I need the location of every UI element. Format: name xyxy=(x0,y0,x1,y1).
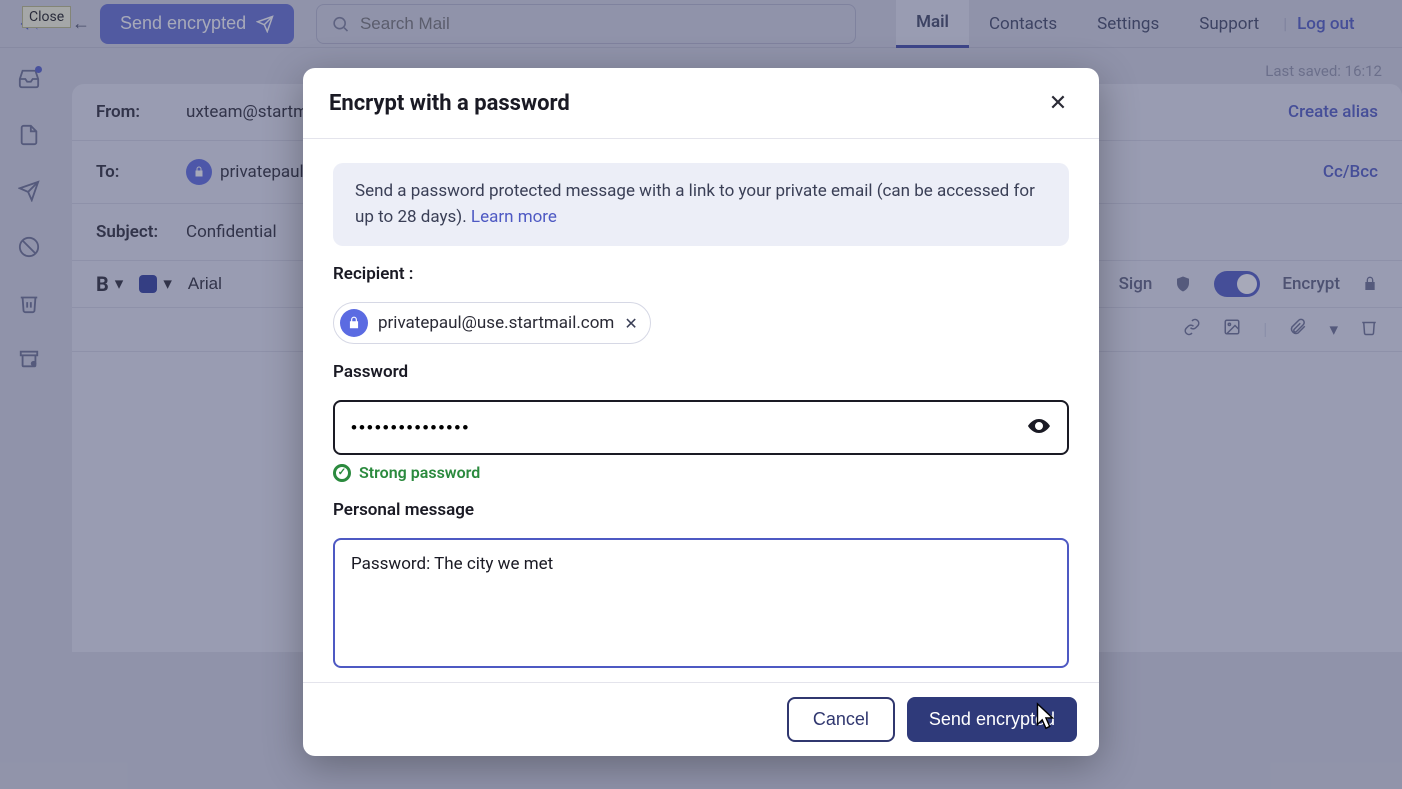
personal-message-label: Personal message xyxy=(333,500,1069,520)
send-encrypted-modal-button[interactable]: Send encrypted xyxy=(907,697,1077,742)
toggle-visibility-icon[interactable] xyxy=(1027,414,1051,441)
lock-icon xyxy=(340,309,368,337)
recipient-label: Recipient : xyxy=(333,264,1069,284)
learn-more-link[interactable]: Learn more xyxy=(471,207,557,227)
cancel-button[interactable]: Cancel xyxy=(787,697,895,742)
recipient-chip: privatepaul@use.startmail.com ✕ xyxy=(333,302,651,344)
modal-title: Encrypt with a password xyxy=(329,91,570,116)
encrypt-modal: Encrypt with a password ✕ Send a passwor… xyxy=(303,68,1099,756)
strength-icon: ✓ xyxy=(333,464,351,482)
modal-info-text: Send a password protected message with a… xyxy=(355,181,1035,227)
close-icon[interactable]: ✕ xyxy=(1043,88,1073,118)
modal-info-box: Send a password protected message with a… xyxy=(333,163,1069,246)
modal-body: Send a password protected message with a… xyxy=(303,139,1099,682)
password-field[interactable] xyxy=(333,400,1069,455)
remove-recipient-icon[interactable]: ✕ xyxy=(624,314,637,333)
modal-backdrop: Encrypt with a password ✕ Send a passwor… xyxy=(0,0,1402,789)
modal-footer: Cancel Send encrypted xyxy=(303,682,1099,756)
strength-label: Strong password xyxy=(359,463,480,482)
password-input[interactable] xyxy=(351,418,1017,438)
password-label: Password xyxy=(333,362,1069,382)
recipient-value: privatepaul@use.startmail.com xyxy=(378,313,614,333)
modal-header: Encrypt with a password ✕ xyxy=(303,68,1099,139)
password-strength: ✓ Strong password xyxy=(333,463,1069,482)
personal-message-input[interactable] xyxy=(333,538,1069,668)
